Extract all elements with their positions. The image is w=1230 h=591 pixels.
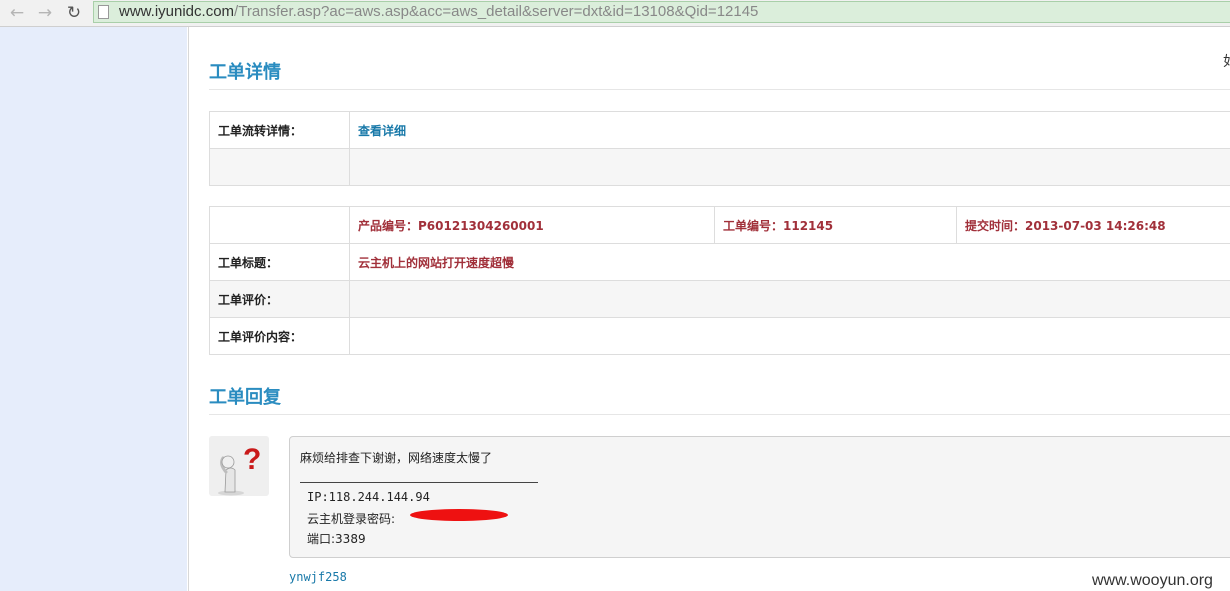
port-line: 端口:3389 (307, 532, 366, 546)
main-content: 如 工单详情 工单流转详情： 查看详细 产品编号：P60121304260001… (188, 27, 1230, 591)
rating-value (349, 280, 1230, 318)
ticket-title-label: 工单标题： (209, 243, 350, 281)
reply-divider (209, 414, 1230, 415)
question-person-icon: ? (218, 443, 261, 496)
left-sidebar (0, 27, 187, 591)
view-details-link[interactable]: 查看详细 (358, 124, 406, 138)
rating-content-label: 工单评价内容： (209, 317, 350, 355)
password-label: 云主机登录密码: (307, 512, 396, 526)
page-icon (98, 5, 109, 19)
flow-table: 工单流转详情： 查看详细 (209, 111, 1230, 186)
browser-toolbar: ← → ↻ www.iyunidc.com/Transfer.asp?ac=aw… (0, 0, 1230, 27)
table-row: 工单评价内容： (209, 317, 1230, 355)
address-bar[interactable]: www.iyunidc.com/Transfer.asp?ac=aws.asp&… (93, 1, 1230, 23)
ticket-info-table: 产品编号：P60121304260001 工单编号：112145 提交时间：20… (209, 206, 1230, 355)
product-number: 产品编号：P60121304260001 (349, 206, 715, 244)
url-host: www.iyunidc.com (119, 3, 235, 20)
watermark: www.wooyun.org (1092, 572, 1213, 589)
ticket-number: 工单编号：112145 (714, 206, 957, 244)
table-row: 工单流转详情： 查看详细 (209, 111, 1230, 149)
table-row (209, 148, 1230, 186)
rating-label: 工单评价： (209, 280, 350, 318)
topright-text: 如 (1223, 51, 1230, 71)
title-divider (209, 89, 1230, 90)
reply-message: 麻烦给排查下谢谢，网络速度太慢了 (300, 451, 493, 465)
ip-line: IP:118.244.144.94 (307, 490, 430, 504)
avatar: ? (209, 436, 269, 496)
table-row: 产品编号：P60121304260001 工单编号：112145 提交时间：20… (209, 206, 1230, 244)
ticket-title-value: 云主机上的网站打开速度超慢 (349, 243, 1230, 281)
reply-bubble: 麻烦给排查下谢谢，网络速度太慢了 IP:118.244.144.94 云主机登录… (289, 436, 1230, 558)
url-text[interactable]: www.iyunidc.com/Transfer.asp?ac=aws.asp&… (119, 3, 758, 20)
redaction-mark (410, 509, 508, 521)
table-row: 工单评价： (209, 280, 1230, 318)
forward-icon[interactable]: → (34, 2, 56, 24)
submit-time: 提交时间：2013-07-03 14:26:48 (956, 206, 1230, 244)
table-row: 工单标题： 云主机上的网站打开速度超慢 (209, 243, 1230, 281)
reply-title: 工单回复 (209, 387, 281, 408)
flow-label: 工单流转详情： (209, 111, 350, 149)
svg-text:?: ? (243, 443, 261, 476)
url-path: /Transfer.asp?ac=aws.asp&acc=aws_detail&… (234, 3, 759, 20)
detail-title: 工单详情 (209, 62, 281, 83)
reload-icon[interactable]: ↻ (63, 2, 85, 24)
reply-username[interactable]: ynwjf258 (289, 570, 347, 584)
rating-content-value (349, 317, 1230, 355)
back-icon[interactable]: ← (6, 2, 28, 24)
reply-separator (300, 482, 538, 483)
